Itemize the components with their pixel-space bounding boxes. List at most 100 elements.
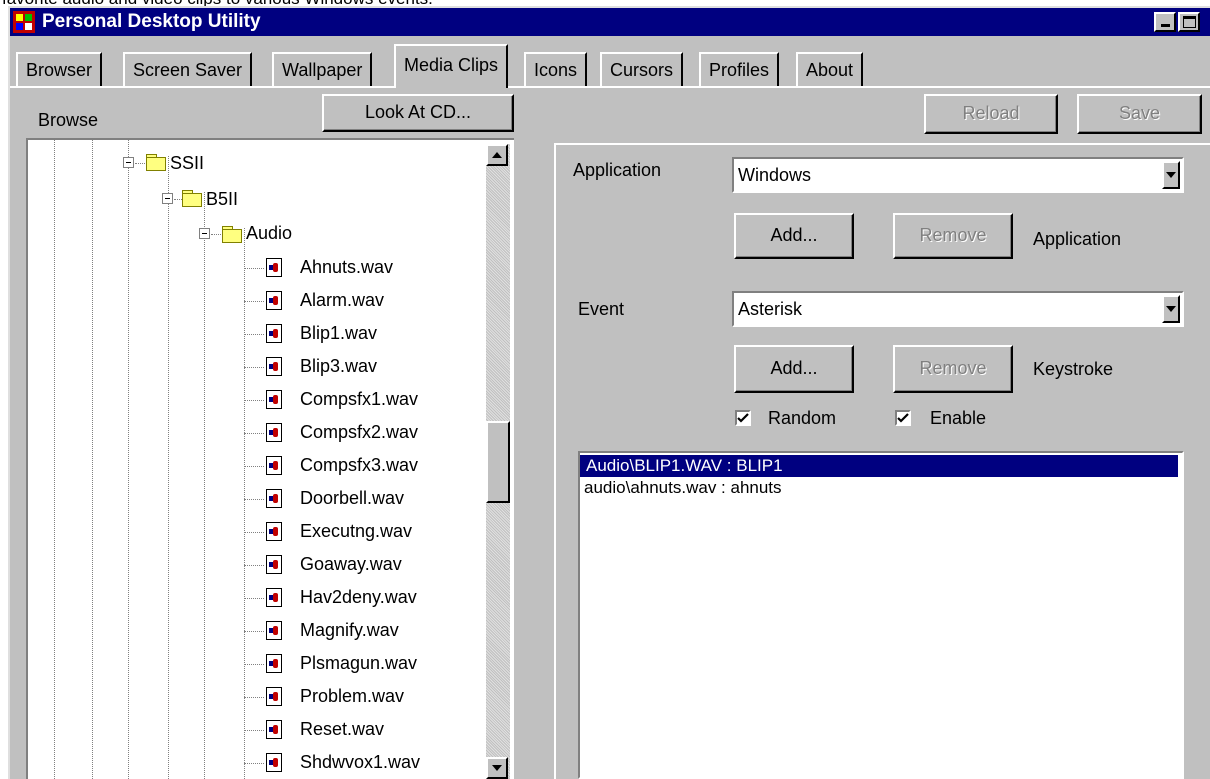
clip-list-item[interactable]: Audio\BLIP1.WAV : BLIP1 (580, 455, 1178, 477)
maximize-button[interactable] (1178, 12, 1200, 32)
enable-checkbox[interactable] (895, 410, 911, 426)
tab-profiles[interactable]: Profiles (699, 52, 780, 86)
clip-list-item[interactable]: audio\ahnuts.wav : ahnuts (584, 477, 782, 499)
tree-folder-b5ii[interactable]: B5II (206, 188, 238, 210)
tree-guide (128, 140, 129, 779)
tree-folder-audio[interactable]: Audio (246, 222, 292, 244)
tree-folder-ssii[interactable]: SSII (170, 152, 204, 174)
tree-file-item[interactable]: Plsmagun.wav (300, 652, 417, 674)
tree-file-item[interactable]: Magnify.wav (300, 619, 399, 641)
wav-file-icon (266, 390, 282, 409)
tree-file-item[interactable]: Blip3.wav (300, 355, 377, 377)
random-checkbox[interactable] (735, 410, 751, 426)
tab-icons[interactable]: Icons (524, 52, 588, 86)
tree-connector (244, 532, 264, 533)
tree-connector (244, 400, 264, 401)
tab-cursors[interactable]: Cursors (600, 52, 684, 86)
tab-divider (10, 86, 1210, 88)
tree-file-item[interactable]: Blip1.wav (300, 322, 377, 344)
tree-file-item[interactable]: Shdwvox1.wav (300, 751, 420, 773)
event-select[interactable]: Asterisk (732, 291, 1184, 327)
tree-file-item[interactable]: Reset.wav (300, 718, 384, 740)
add-event-button[interactable]: Add... (734, 345, 854, 393)
check-icon (897, 413, 909, 423)
tree-file-item[interactable]: Goaway.wav (300, 553, 402, 575)
event-label: Event (578, 299, 625, 319)
wav-file-icon (266, 258, 282, 277)
title-bar[interactable]: Personal Desktop Utility (10, 8, 1210, 36)
application-select[interactable]: Windows (732, 157, 1184, 193)
application-dropdown-button[interactable] (1162, 161, 1180, 189)
add-application-button[interactable]: Add... (734, 213, 854, 259)
wav-file-icon (266, 489, 282, 508)
clip-list[interactable]: Audio\BLIP1.WAV : BLIP1 audio\ahnuts.wav … (578, 451, 1184, 779)
reload-button[interactable]: Reload (924, 94, 1058, 134)
tree-file-item[interactable]: Problem.wav (300, 685, 404, 707)
wav-file-icon (266, 291, 282, 310)
tree-file-item[interactable]: Compsfx1.wav (300, 388, 418, 410)
tab-strip: Browser Screen Saver Wallpaper Media Cli… (10, 44, 1210, 88)
remove-application-button[interactable]: Remove (893, 213, 1013, 259)
event-select-value: Asterisk (738, 299, 803, 319)
arrow-up-icon (492, 152, 502, 158)
tree-connector (244, 730, 264, 731)
tree-file-item[interactable]: Ahnuts.wav (300, 256, 393, 278)
scroll-down-button[interactable] (486, 757, 508, 779)
tree-connector (244, 598, 264, 599)
file-tree: SSII B5II Audio Ahnuts.wav Alarm.wav Blip1… (26, 138, 514, 779)
tree-file-item[interactable]: Doorbell.wav (300, 487, 404, 509)
tree-connector (244, 334, 264, 335)
collapse-icon[interactable] (162, 193, 173, 204)
event-dropdown-button[interactable] (1162, 295, 1180, 323)
wav-file-icon (266, 588, 282, 607)
check-icon (737, 413, 749, 423)
remove-event-button[interactable]: Remove (893, 345, 1013, 393)
tree-scrollbar[interactable] (486, 144, 510, 779)
application-side-label: Application (1033, 229, 1122, 249)
tree-file-item[interactable]: Hav2deny.wav (300, 586, 417, 608)
tab-about[interactable]: About (796, 52, 864, 86)
tree-connector (211, 234, 221, 235)
tree-file-item[interactable]: Compsfx2.wav (300, 421, 418, 443)
wav-file-icon (266, 324, 282, 343)
tree-connector (244, 697, 264, 698)
arrow-down-icon (492, 765, 502, 771)
tab-browser[interactable]: Browser (16, 52, 103, 86)
browse-label: Browse (38, 110, 99, 130)
folder-icon (182, 190, 202, 207)
look-at-cd-button[interactable]: Look At CD... (322, 94, 514, 132)
tree-connector (244, 367, 264, 368)
wav-file-icon (266, 687, 282, 706)
tree-guide (204, 192, 205, 779)
scroll-thumb[interactable] (486, 420, 510, 503)
tree-connector (244, 466, 264, 467)
minimize-button[interactable] (1154, 12, 1176, 32)
tree-connector (244, 499, 264, 500)
chevron-down-icon (1166, 306, 1176, 312)
tree-connector (244, 268, 264, 269)
tree-file-item[interactable]: Alarm.wav (300, 289, 384, 311)
wav-file-icon (266, 720, 282, 739)
wav-file-icon (266, 555, 282, 574)
maximize-icon (1183, 16, 1196, 28)
folder-icon (222, 226, 242, 243)
tree-connector (244, 301, 264, 302)
folder-icon (146, 154, 166, 171)
collapse-icon[interactable] (199, 228, 210, 239)
tree-connector (244, 664, 264, 665)
tab-wallpaper[interactable]: Wallpaper (272, 52, 373, 86)
tree-file-item[interactable]: Executng.wav (300, 520, 412, 542)
tree-guide (54, 140, 55, 779)
tab-media-clips[interactable]: Media Clips (394, 44, 509, 88)
tab-screen-saver[interactable]: Screen Saver (123, 52, 253, 86)
application-label: Application (573, 160, 662, 180)
tree-file-item[interactable]: Compsfx3.wav (300, 454, 418, 476)
collapse-icon[interactable] (123, 157, 134, 168)
scroll-up-button[interactable] (486, 144, 508, 166)
tree-guide (92, 140, 93, 779)
app-icon (13, 11, 35, 33)
wav-file-icon (266, 456, 282, 475)
tree-connector (174, 199, 182, 200)
save-button[interactable]: Save (1077, 94, 1202, 134)
wav-file-icon (266, 423, 282, 442)
